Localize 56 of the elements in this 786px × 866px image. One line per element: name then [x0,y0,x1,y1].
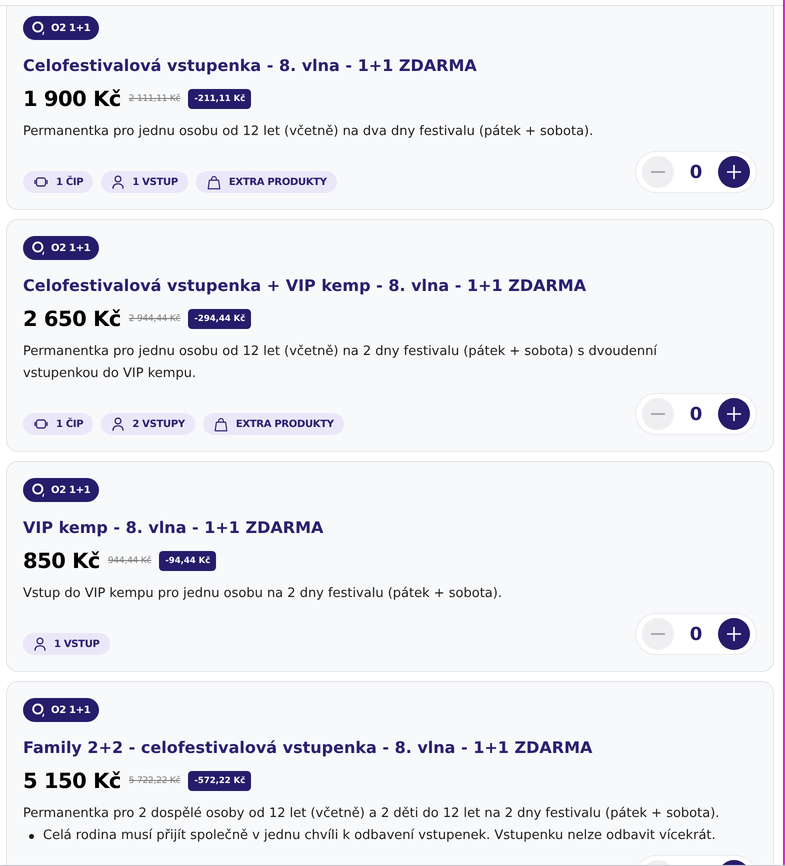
price: 2 650 Kč [23,307,121,331]
discount-badge: -211,11 Kč [188,89,252,109]
badge-label: O2 1+1 [51,484,90,496]
tag-label: 1 VSTUP [54,638,100,650]
tag-label: EXTRA PRODUKTY [236,418,334,430]
tag-label: 1 ČIP [56,418,84,430]
plus-icon [727,627,741,641]
original-price: 2 111,11 Kč [128,94,180,104]
logo-icon [32,703,45,717]
price: 850 Kč [23,549,100,573]
discount-badge: -572,22 Kč [188,771,252,791]
increase-button[interactable] [718,618,750,650]
original-price: 944,44 Kč [108,556,152,566]
logo-icon [32,483,45,497]
minus-icon [651,633,665,635]
quantity-value: 0 [690,162,702,182]
tag-label: 1 ČIP [56,176,84,188]
product-description: Vstup do VIP kempu pro jednu osobu na 2 dny festivalu (pátek + sobota). [23,585,503,603]
logo-icon [32,241,45,255]
badge-label: O2 1+1 [51,242,90,254]
badge-label: O2 1+1 [51,22,90,34]
chip-icon [34,419,48,429]
bag-icon [206,174,221,190]
bullet-text: Celá rodina musí přijít společně v jednu chvíli k odbavení vstupenek. Vstupenku nelze odbavit vícekrát. [43,827,716,845]
tag-label: 2 VSTUPY [132,418,185,430]
tag-label: 1 VSTUP [132,176,178,188]
person-icon [112,175,124,189]
product-description: Permanentka pro jednu osobu od 12 let (včetně) na dva dny festivalu (pátek + sobota). [23,123,594,141]
increase-button[interactable] [718,156,750,188]
chip-icon [34,177,48,187]
logo-icon [32,21,45,35]
discount-badge: -94,44 Kč [159,551,216,571]
product-description: Permanentka pro jednu osobu od 12 let (včetně) na 2 dny festivalu (pátek + sobota) s dvoudenní vstupenkou do VIP kempu. [23,343,658,383]
product-title: VIP kemp - 8. vlna - 1+1 ZDARMA [23,517,324,539]
original-price: 5 722,22 Kč [128,776,180,786]
quantity-value: 0 [690,624,702,644]
minus-icon [651,171,665,173]
minus-icon [651,413,665,415]
increase-button[interactable] [718,398,750,430]
person-icon [34,637,46,651]
quantity-value: 0 [690,404,702,424]
discount-badge: -294,44 Kč [188,309,252,329]
price: 5 150 Kč [23,769,121,793]
bullet-icon [29,834,34,839]
tag-label: EXTRA PRODUKTY [228,176,327,188]
product-title: Celofestivalová vstupenka - 8. vlna - 1+1 ZDARMA [23,55,478,77]
plus-icon [727,165,741,179]
badge-label: O2 1+1 [51,704,90,716]
plus-icon [727,407,741,421]
person-icon [112,417,124,431]
product-title: Family 2+2 - celofestivalová vstupenka - 8. vlna - 1+1 ZDARMA [23,737,594,759]
original-price: 2 944,44 Kč [128,314,180,324]
bag-icon [214,416,228,432]
product-title: Celofestivalová vstupenka + VIP kemp - 8. vlna - 1+1 ZDARMA [23,275,588,297]
product-description: Permanentka pro 2 dospělé osoby od 12 let (včetně) a 2 děti do 12 let na 2 dny festivalu (pátek + sobota). [23,805,720,823]
price: 1 900 Kč [23,87,121,111]
